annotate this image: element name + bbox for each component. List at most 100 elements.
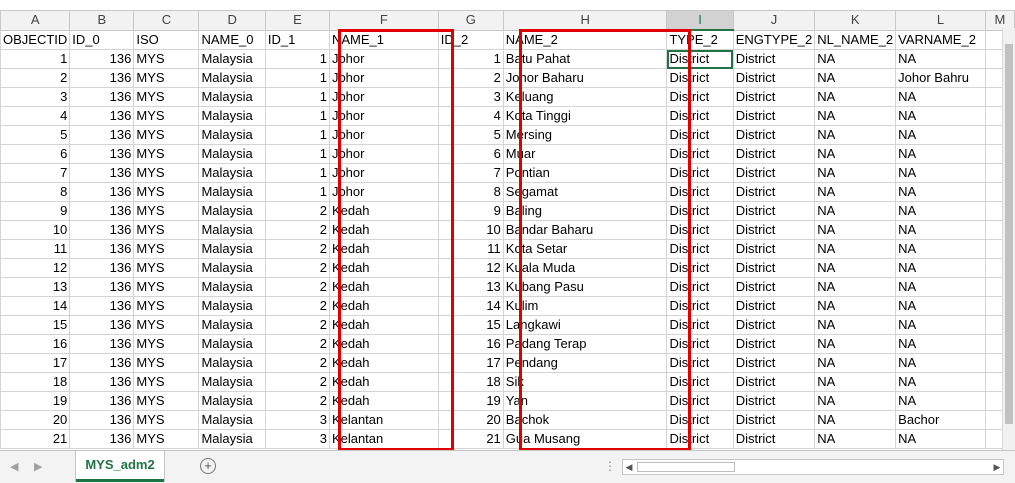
table-cell[interactable]: 1	[264, 68, 330, 88]
table-cell[interactable]: MYS	[133, 277, 200, 297]
table-cell[interactable]: NA	[814, 87, 897, 107]
table-cell[interactable]: 1	[264, 163, 330, 183]
table-cell[interactable]: 136	[69, 315, 135, 335]
table-cell[interactable]: District	[732, 201, 816, 221]
table-cell[interactable]: 14	[437, 296, 504, 316]
table-cell[interactable]: 136	[69, 125, 135, 145]
table-cell[interactable]: NA	[814, 277, 897, 297]
horizontal-scrollbar[interactable]: ◀ ▶	[622, 459, 1004, 475]
table-cell[interactable]: 4	[437, 106, 504, 126]
table-cell[interactable]: NA	[895, 201, 986, 221]
table-cell[interactable]: NA	[895, 239, 986, 259]
table-cell[interactable]: District	[732, 220, 816, 240]
table-cell[interactable]: Bachor	[895, 410, 986, 430]
table-cell[interactable]: 2	[264, 239, 330, 259]
table-cell[interactable]: NA	[895, 296, 986, 316]
table-cell[interactable]: Sik	[502, 372, 668, 392]
table-cell[interactable]: 136	[69, 68, 135, 88]
table-cell[interactable]: 18	[0, 372, 71, 392]
table-cell[interactable]: 16	[0, 334, 71, 354]
table-cell[interactable]: District	[732, 334, 816, 354]
table-cell[interactable]: 19	[437, 391, 504, 411]
table-cell[interactable]: NA	[814, 372, 897, 392]
table-cell[interactable]: 1	[264, 87, 330, 107]
table-cell[interactable]: 2	[264, 258, 330, 278]
table-cell[interactable]: 17	[0, 353, 71, 373]
table-cell[interactable]: 15	[0, 315, 71, 335]
table-cell[interactable]: District	[732, 68, 816, 88]
table-cell[interactable]: Kota Setar	[502, 239, 668, 259]
column-header-f[interactable]: F	[328, 10, 439, 31]
table-cell[interactable]: NA	[895, 182, 986, 202]
table-cell[interactable]: NA	[895, 315, 986, 335]
table-cell[interactable]: NA	[814, 239, 897, 259]
table-cell[interactable]: Johor Baharu	[502, 68, 668, 88]
table-cell[interactable]: Johor	[328, 49, 439, 69]
plus-circle-icon[interactable]: +	[200, 458, 216, 474]
table-cell[interactable]: NA	[814, 49, 897, 69]
field-header-cell[interactable]: ENGTYPE_2	[732, 29, 816, 50]
table-cell[interactable]: District	[666, 258, 734, 278]
table-cell[interactable]: Malaysia	[198, 87, 266, 107]
table-cell[interactable]: 1	[437, 49, 504, 69]
table-cell[interactable]: 20	[437, 410, 504, 430]
table-cell[interactable]: 5	[0, 125, 71, 145]
table-cell[interactable]: District	[666, 182, 734, 202]
table-cell[interactable]: 16	[437, 334, 504, 354]
vertical-scrollbar[interactable]	[1002, 28, 1015, 450]
table-cell[interactable]: NA	[814, 391, 897, 411]
table-cell[interactable]: 1	[264, 106, 330, 126]
table-cell[interactable]: Johor	[328, 87, 439, 107]
table-cell[interactable]: Malaysia	[198, 68, 266, 88]
table-cell[interactable]: 2	[264, 220, 330, 240]
table-cell[interactable]: District	[666, 87, 734, 107]
table-cell[interactable]: NA	[814, 410, 897, 430]
table-cell[interactable]: Langkawi	[502, 315, 668, 335]
table-cell[interactable]: 20	[0, 410, 71, 430]
table-cell[interactable]: 21	[0, 429, 71, 449]
table-cell[interactable]: 1	[0, 49, 71, 69]
table-cell[interactable]: 19	[0, 391, 71, 411]
table-cell[interactable]: Malaysia	[198, 201, 266, 221]
table-cell[interactable]: District	[732, 239, 816, 259]
table-cell[interactable]: 2	[264, 372, 330, 392]
table-cell[interactable]: District	[666, 296, 734, 316]
table-cell[interactable]: MYS	[133, 353, 200, 373]
table-cell[interactable]: Kelantan	[328, 429, 439, 449]
table-cell[interactable]: 10	[437, 220, 504, 240]
table-cell[interactable]: District	[666, 201, 734, 221]
table-cell[interactable]: MYS	[133, 163, 200, 183]
vertical-scroll-thumb[interactable]	[1005, 44, 1013, 424]
table-cell[interactable]: 136	[69, 201, 135, 221]
horizontal-scroll-thumb[interactable]	[637, 462, 735, 472]
table-cell[interactable]: 6	[437, 144, 504, 164]
table-cell[interactable]: Kedah	[328, 201, 439, 221]
table-cell[interactable]: District	[666, 391, 734, 411]
table-cell[interactable]: 136	[69, 277, 135, 297]
table-cell[interactable]: NA	[814, 334, 897, 354]
table-cell[interactable]: 136	[69, 372, 135, 392]
table-cell[interactable]: District	[732, 296, 816, 316]
table-cell[interactable]: Malaysia	[198, 372, 266, 392]
table-cell[interactable]: 7	[0, 163, 71, 183]
table-cell[interactable]: Kubang Pasu	[502, 277, 668, 297]
field-header-cell[interactable]: OBJECTID	[0, 29, 71, 50]
field-header-cell[interactable]: ISO	[133, 29, 200, 50]
table-cell[interactable]: 21	[437, 429, 504, 449]
table-cell[interactable]: 136	[69, 410, 135, 430]
table-cell[interactable]: Malaysia	[198, 125, 266, 145]
table-cell[interactable]: 2	[264, 391, 330, 411]
table-cell[interactable]: MYS	[133, 68, 200, 88]
table-cell[interactable]: Malaysia	[198, 429, 266, 449]
table-cell[interactable]: 5	[437, 125, 504, 145]
table-cell[interactable]: District	[732, 49, 816, 69]
field-header-cell[interactable]: NAME_1	[328, 29, 439, 50]
table-cell[interactable]: MYS	[133, 201, 200, 221]
column-header-l[interactable]: L	[895, 10, 986, 31]
table-cell[interactable]: District	[732, 258, 816, 278]
field-header-cell[interactable]: ID_0	[69, 29, 135, 50]
table-cell[interactable]: Johor	[328, 125, 439, 145]
table-cell[interactable]: 9	[437, 201, 504, 221]
table-cell[interactable]: Malaysia	[198, 239, 266, 259]
table-cell[interactable]: 136	[69, 163, 135, 183]
